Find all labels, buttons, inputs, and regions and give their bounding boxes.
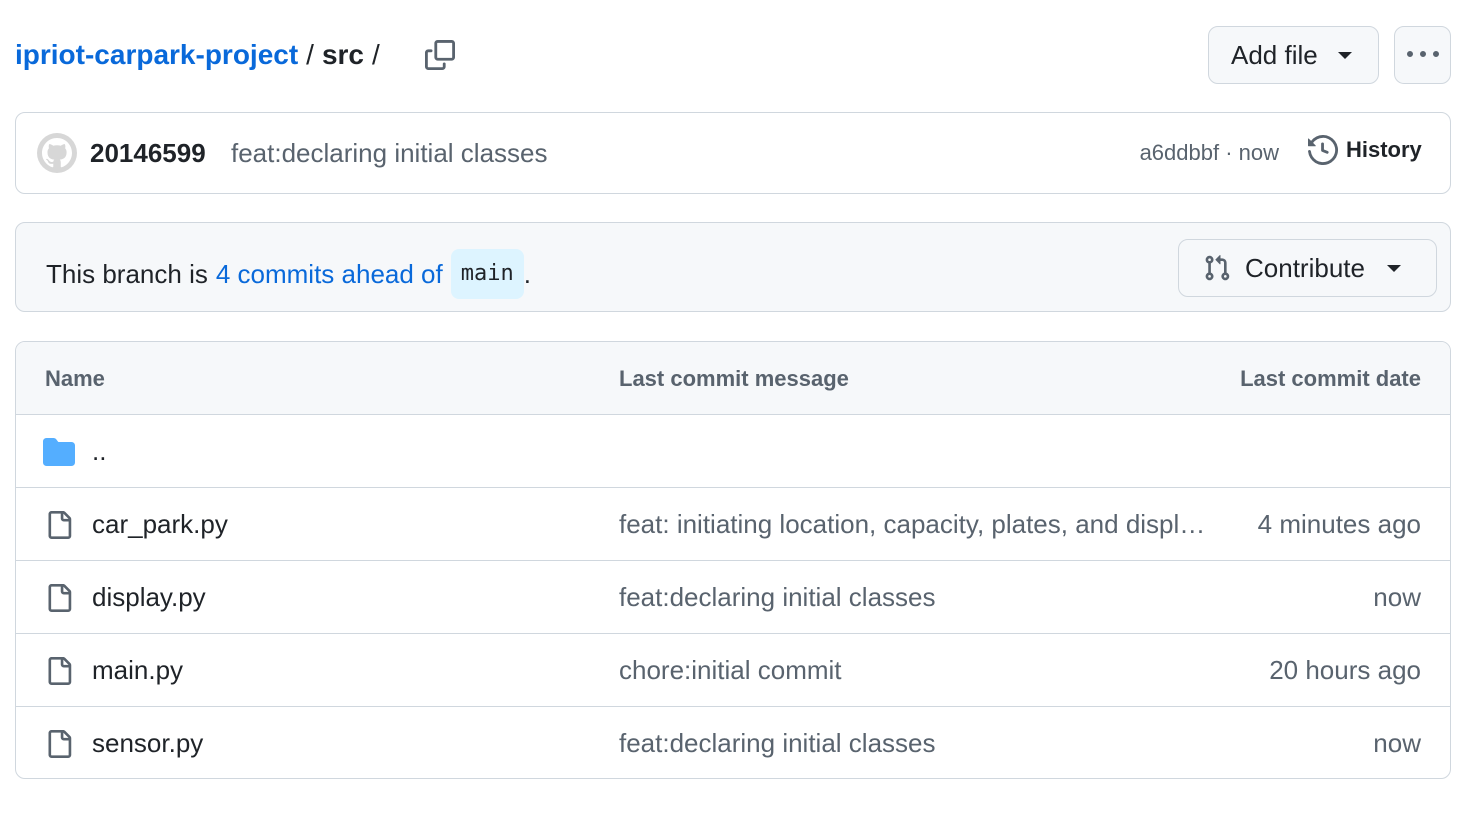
table-row-parent-directory[interactable]: .. bbox=[16, 415, 1450, 488]
latest-commit-box: 20146599 feat:declaring initial classes … bbox=[15, 112, 1451, 194]
base-branch-name: main bbox=[450, 249, 524, 299]
commit-message[interactable]: feat:declaring initial classes bbox=[231, 136, 548, 170]
github-mark-icon bbox=[42, 138, 72, 168]
table-row[interactable]: sensor.py feat:declaring initial classes… bbox=[16, 707, 1450, 778]
parent-directory-link[interactable]: .. bbox=[92, 433, 106, 469]
table-row[interactable]: main.py chore:initial commit 20 hours ag… bbox=[16, 634, 1450, 707]
repo-header: ipriot-carpark-project / src / Add file bbox=[15, 26, 1451, 84]
history-button[interactable]: History bbox=[1308, 135, 1422, 165]
branch-status-text: This branch is 4 commits ahead of main . bbox=[46, 249, 531, 299]
column-header-message: Last commit message bbox=[619, 366, 849, 391]
folder-icon bbox=[43, 437, 75, 467]
commits-ahead-link[interactable]: 4 commits ahead of bbox=[216, 255, 443, 293]
file-table: Name Last commit message Last commit dat… bbox=[15, 341, 1451, 779]
file-icon bbox=[43, 583, 75, 613]
contribute-button[interactable]: Contribute bbox=[1178, 239, 1437, 297]
commit-sha-and-time[interactable]: a6ddbbf · now bbox=[1140, 138, 1279, 168]
file-commit-date: now bbox=[1373, 728, 1421, 758]
chevron-down-icon bbox=[1337, 51, 1352, 59]
more-options-button[interactable] bbox=[1394, 26, 1451, 84]
branch-status-banner: This branch is 4 commits ahead of main .… bbox=[15, 222, 1451, 312]
branch-status-suffix: . bbox=[523, 259, 531, 289]
chevron-down-icon bbox=[1386, 264, 1401, 272]
history-label: History bbox=[1346, 137, 1422, 162]
file-commit-date: 4 minutes ago bbox=[1257, 509, 1421, 539]
breadcrumb-separator: / bbox=[372, 39, 380, 70]
file-commit-message-link[interactable]: feat: initiating location, capacity, pla… bbox=[619, 506, 1209, 542]
file-commit-date: now bbox=[1373, 582, 1421, 612]
table-row[interactable]: display.py feat:declaring initial classe… bbox=[16, 561, 1450, 634]
file-name-link[interactable]: main.py bbox=[92, 652, 183, 688]
kebab-horizontal-icon bbox=[1406, 51, 1439, 57]
file-name-link[interactable]: sensor.py bbox=[92, 725, 203, 761]
file-name-link[interactable]: car_park.py bbox=[92, 506, 228, 542]
file-commit-message-link[interactable]: feat:declaring initial classes bbox=[619, 725, 1209, 761]
file-icon bbox=[43, 656, 75, 686]
history-icon bbox=[1308, 135, 1338, 165]
breadcrumb: ipriot-carpark-project / src / bbox=[15, 38, 388, 72]
table-row[interactable]: car_park.py feat: initiating location, c… bbox=[16, 488, 1450, 561]
commit-author[interactable]: 20146599 bbox=[90, 136, 206, 170]
avatar[interactable] bbox=[37, 133, 77, 173]
branch-status-prefix: This branch is bbox=[46, 259, 208, 289]
copy-path-button[interactable] bbox=[419, 34, 461, 76]
file-icon bbox=[43, 510, 75, 540]
breadcrumb-separator: / bbox=[306, 39, 314, 70]
column-header-date: Last commit date bbox=[1240, 366, 1421, 391]
copy-icon bbox=[425, 40, 455, 70]
add-file-label: Add file bbox=[1231, 39, 1318, 70]
git-pull-request-icon bbox=[1205, 255, 1230, 281]
file-name-link[interactable]: display.py bbox=[92, 579, 206, 615]
add-file-button[interactable]: Add file bbox=[1208, 26, 1379, 84]
file-icon bbox=[43, 729, 75, 759]
contribute-label: Contribute bbox=[1245, 252, 1365, 283]
column-header-name: Name bbox=[45, 366, 105, 391]
breadcrumb-repo-link[interactable]: ipriot-carpark-project bbox=[15, 38, 298, 72]
breadcrumb-current-directory: src bbox=[321, 39, 364, 70]
file-commit-date: 20 hours ago bbox=[1269, 655, 1421, 685]
file-commit-message-link[interactable]: chore:initial commit bbox=[619, 652, 1209, 688]
file-commit-message-link[interactable]: feat:declaring initial classes bbox=[619, 579, 1209, 615]
table-header: Name Last commit message Last commit dat… bbox=[16, 342, 1450, 415]
